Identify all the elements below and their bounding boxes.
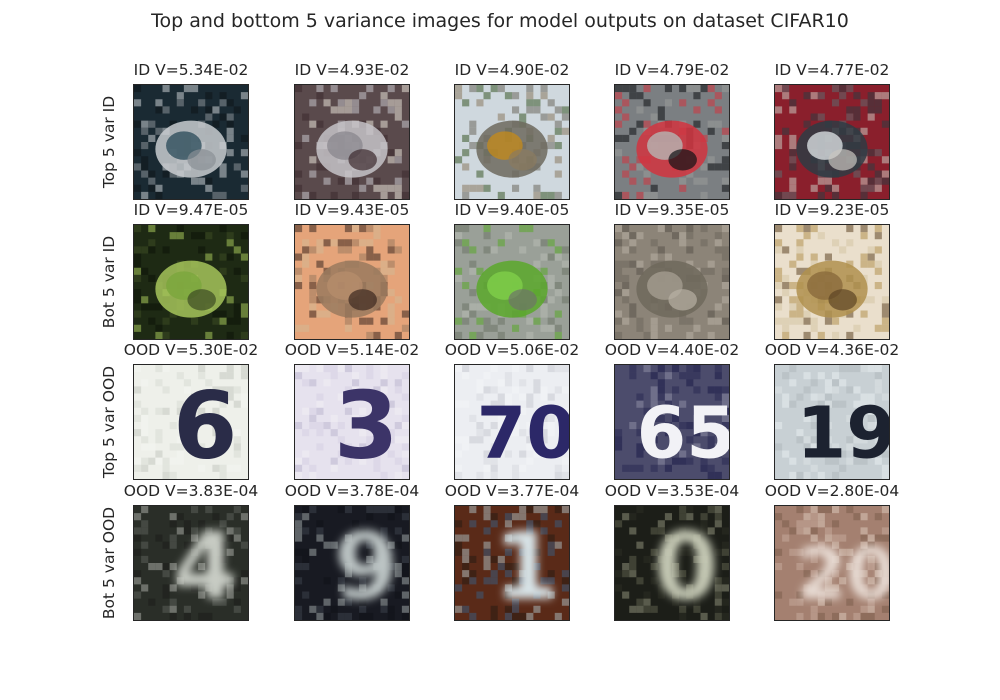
image-panel: 4 (133, 505, 249, 621)
image-panel: 6 (133, 364, 249, 480)
image-panel: 70 (454, 364, 570, 480)
thumbnail-image (455, 225, 569, 339)
image-panel: 19 (774, 364, 890, 480)
thumbnail-image: 0 (615, 506, 729, 620)
image-panel: 0 (614, 505, 730, 621)
image-panel (133, 84, 249, 200)
thumbnail-image: 4 (134, 506, 248, 620)
digit-glyph: 3 (334, 372, 398, 479)
row-label: Top 5 var OOD (100, 365, 119, 479)
image-panel: 1 (454, 505, 570, 621)
digit-glyph: 19 (797, 392, 889, 475)
digit-glyph: 65 (637, 392, 729, 475)
digit-glyph: 70 (477, 392, 569, 475)
thumbnail-image (295, 225, 409, 339)
thumbnail-image: 19 (775, 365, 889, 479)
panel-title: ID V=9.23E-05 (774, 201, 890, 219)
image-panel: 9 (294, 505, 410, 621)
row-label: Bot 5 var OOD (100, 506, 119, 620)
thumbnail-image: 3 (295, 365, 409, 479)
image-panel (294, 84, 410, 200)
row-label: Bot 5 var ID (100, 235, 119, 329)
panel-title: OOD V=2.80E-04 (764, 482, 900, 500)
image-panel (454, 84, 570, 200)
thumbnail-image (295, 85, 409, 199)
digit-glyph: 0 (654, 513, 718, 620)
digit-glyph: 9 (334, 513, 398, 620)
figure-title: Top and bottom 5 variance images for mod… (151, 10, 849, 32)
image-panel (294, 224, 410, 340)
thumbnail-image (615, 85, 729, 199)
row-label: Top 5 var ID (100, 95, 119, 189)
thumbnail-image: 20 (775, 506, 889, 620)
thumbnail-image: 9 (295, 506, 409, 620)
thumbnail-image: 65 (615, 365, 729, 479)
image-panel (774, 224, 890, 340)
image-panel (454, 224, 570, 340)
thumbnail-image (455, 85, 569, 199)
image-panel: 65 (614, 364, 730, 480)
image-panel (614, 224, 730, 340)
image-panel (614, 84, 730, 200)
thumbnail-image (134, 85, 248, 199)
thumbnail-image: 70 (455, 365, 569, 479)
thumbnail-image (134, 225, 248, 339)
thumbnail-image (775, 225, 889, 339)
panel-title: ID V=4.77E-02 (774, 61, 890, 79)
digit-glyph: 1 (494, 513, 558, 620)
digit-glyph: 6 (173, 372, 237, 479)
figure: Top and bottom 5 variance images for mod… (0, 0, 1000, 700)
thumbnail-image: 6 (134, 365, 248, 479)
digit-glyph: 4 (173, 513, 237, 620)
panel-title: OOD V=4.36E-02 (764, 341, 900, 359)
image-panel: 3 (294, 364, 410, 480)
thumbnail-image: 1 (455, 506, 569, 620)
image-panel: 20 (774, 505, 890, 621)
digit-glyph: 20 (797, 533, 889, 616)
image-panel (133, 224, 249, 340)
thumbnail-image (615, 225, 729, 339)
thumbnail-image (775, 85, 889, 199)
image-panel (774, 84, 890, 200)
